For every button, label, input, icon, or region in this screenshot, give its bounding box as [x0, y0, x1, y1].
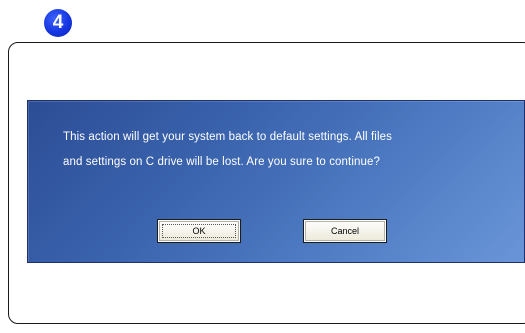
confirmation-dialog: This action will get your system back to…: [27, 100, 525, 263]
ok-button[interactable]: OK: [157, 219, 241, 243]
cancel-button-label: Cancel: [330, 226, 359, 236]
dialog-message: This action will get your system back to…: [63, 125, 503, 175]
dialog-message-line-2: and settings on C drive will be lost. Ar…: [63, 156, 380, 168]
cancel-button[interactable]: Cancel: [303, 219, 387, 243]
dialog-message-line-1: This action will get your system back to…: [63, 131, 392, 143]
step-number-badge: 4: [44, 9, 72, 37]
focus-ring: [162, 224, 236, 238]
